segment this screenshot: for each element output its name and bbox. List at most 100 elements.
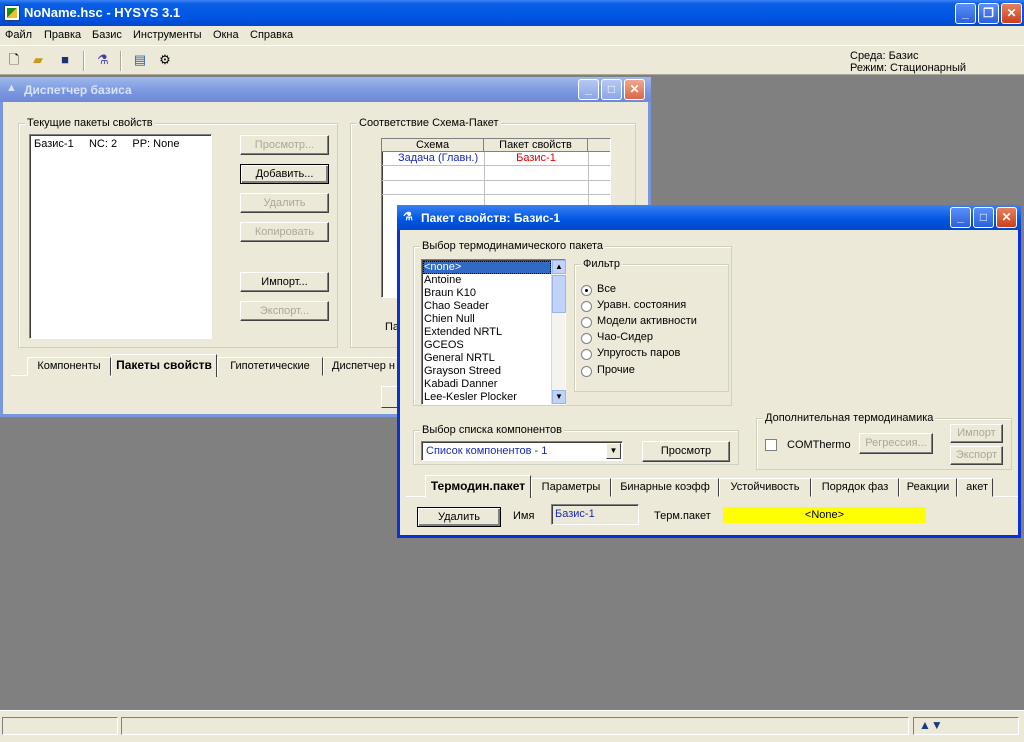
export-button[interactable]: Экспорт...	[240, 301, 329, 321]
steam-table-icon[interactable]: ▤	[132, 52, 148, 68]
menu-file[interactable]: Файл	[5, 29, 32, 41]
property-package-title-bar: ⚗ Пакет свойств: Базис-1 _ □ ✕	[397, 205, 1021, 230]
regression-button[interactable]: Регрессия...	[859, 433, 933, 454]
import-button[interactable]: Импорт	[950, 424, 1003, 443]
filter-all-label[interactable]: Все	[597, 283, 616, 295]
filter-chao-seader-radio[interactable]	[581, 333, 592, 344]
minimize-icon[interactable]: _	[950, 207, 971, 228]
list-item[interactable]: Braun K10	[424, 287, 476, 300]
list-item[interactable]: Lee-Kesler Plocker	[424, 391, 517, 404]
package-name-field[interactable]: Базис-1	[551, 504, 639, 525]
minimize-icon[interactable]: _	[955, 3, 976, 24]
list-item[interactable]: Kabadi Danner	[424, 378, 497, 391]
menu-tools[interactable]: Инструменты	[133, 29, 202, 41]
list-item[interactable]: Chien Null	[424, 313, 475, 326]
filter-other-label[interactable]: Прочие	[597, 364, 635, 376]
package-cell[interactable]: Базис-1	[484, 152, 588, 164]
filter-activity-label[interactable]: Модели активности	[597, 315, 697, 327]
tab-stability[interactable]: Устойчивость	[719, 478, 811, 497]
list-item[interactable]: Chao Seader	[424, 300, 489, 313]
delete-package-button[interactable]: Удалить	[417, 507, 501, 527]
tab-package-partial[interactable]: акет	[957, 478, 993, 497]
thermo-package-value: <None>	[723, 507, 926, 523]
tab-parameters[interactable]: Параметры	[531, 478, 611, 497]
filter-vapour-pressure-label[interactable]: Упругость паров	[597, 347, 680, 359]
close-icon[interactable]: ✕	[624, 79, 645, 100]
thermo-package-field-label: Терм.пакет	[654, 510, 711, 522]
tab-thermo-package[interactable]: Термодин.пакет	[425, 475, 531, 498]
filter-chao-seader-label[interactable]: Чао-Сидер	[597, 331, 653, 343]
filter-label: Фильтр	[581, 258, 622, 270]
new-file-icon[interactable]: 🗋	[6, 52, 22, 68]
package-name-value: Базис-1	[555, 508, 595, 520]
filter-eos-label[interactable]: Уравн. состояния	[597, 299, 686, 311]
flask-icon[interactable]: ⚗	[95, 52, 111, 68]
list-item[interactable]: Grayson Streed	[424, 365, 501, 378]
restore-icon[interactable]: ❐	[978, 3, 999, 24]
status-panel-right: ▲▼	[913, 717, 1019, 735]
current-packages-list[interactable]: Базис-1 NC: 2 PP: None	[29, 134, 212, 339]
scroll-up-icon[interactable]: ▲	[552, 260, 566, 274]
thermo-package-group: Выбор термодинамического пакета <none> A…	[413, 240, 732, 406]
maximize-icon[interactable]: □	[601, 79, 622, 100]
import-button[interactable]: Импорт...	[240, 272, 329, 292]
open-folder-icon[interactable]: ▰	[30, 52, 46, 68]
filter-activity-radio[interactable]	[581, 317, 592, 328]
table-row[interactable]: Задача (Главн.) Базис-1	[382, 152, 610, 166]
tab-property-packages[interactable]: Пакеты свойств	[111, 354, 217, 377]
chevron-down-icon[interactable]: ▼	[606, 443, 621, 459]
comthermo-checkbox[interactable]	[765, 439, 777, 451]
export-button[interactable]: Экспорт	[950, 446, 1003, 465]
scheme-cell[interactable]: Задача (Главн.)	[398, 152, 478, 164]
tab-hypotheticals[interactable]: Гипотетические	[217, 357, 323, 376]
scroll-down-icon[interactable]: ▼	[552, 390, 566, 404]
filter-eos-radio[interactable]	[581, 301, 592, 312]
copy-button[interactable]: Копировать	[240, 222, 329, 242]
filter-other-radio[interactable]	[581, 366, 592, 377]
name-label: Имя	[513, 510, 535, 522]
arrow-up-down-icon[interactable]: ▲▼	[919, 718, 943, 732]
tab-reactions[interactable]: Реакции	[899, 478, 957, 497]
view-components-button[interactable]: Просмотр	[642, 441, 730, 462]
close-icon[interactable]: ✕	[996, 207, 1017, 228]
property-package-title: Пакет свойств: Базис-1	[421, 211, 561, 225]
tab-phase-order[interactable]: Порядок фаз	[811, 478, 899, 497]
menu-basis[interactable]: Базис	[92, 29, 122, 41]
delete-button[interactable]: Удалить	[240, 193, 329, 213]
property-package-window: ⚗ Пакет свойств: Базис-1 _ □ ✕ Выбор тер…	[397, 205, 1021, 538]
menu-windows[interactable]: Окна	[213, 29, 239, 41]
list-item[interactable]: Extended NRTL	[424, 326, 502, 339]
close-icon[interactable]: ✕	[1001, 3, 1022, 24]
list-item[interactable]: Базис-1 NC: 2 PP: None	[34, 138, 179, 151]
list-item[interactable]: Antoine	[424, 274, 461, 287]
mapping-header-row: Схема Пакет свойств	[382, 139, 610, 152]
view-button[interactable]: Просмотр...	[240, 135, 329, 155]
list-scrollbar[interactable]: ▲ ▼	[551, 260, 566, 404]
basis-manager-title-bar: ▲ Диспетчер базиса _ □ ✕	[0, 77, 651, 102]
filter-vapour-pressure-radio[interactable]	[581, 349, 592, 360]
list-item[interactable]: GCEOS	[424, 339, 464, 352]
minimize-icon[interactable]: _	[578, 79, 599, 100]
thermo-package-list[interactable]: <none> Antoine Braun K10 Chao Seader Chi…	[421, 259, 566, 405]
list-item[interactable]: General NRTL	[424, 352, 495, 365]
scroll-thumb[interactable]	[552, 275, 566, 313]
list-item[interactable]: <none>	[424, 261, 461, 274]
status-bar: ▲▼	[0, 710, 1024, 742]
mapping-label: Соответствие Схема-Пакет	[357, 117, 501, 129]
maximize-icon[interactable]: □	[973, 207, 994, 228]
status-panel-main	[121, 717, 909, 735]
save-icon[interactable]: ■	[57, 52, 73, 68]
add-button[interactable]: Добавить...	[240, 164, 329, 184]
component-icon[interactable]: ⚙	[157, 52, 173, 68]
current-packages-label: Текущие пакеты свойств	[25, 117, 155, 129]
comthermo-label[interactable]: COMThermo	[787, 439, 851, 451]
app-title-bar: NoName.hsc - HYSYS 3.1 _ ❐ ✕	[0, 0, 1024, 26]
extra-thermo-group: Дополнительная термодинамика COMThermo Р…	[756, 412, 1012, 470]
tab-binary-coeffs[interactable]: Бинарные коэфф	[611, 478, 719, 497]
tab-components[interactable]: Компоненты	[27, 357, 111, 376]
component-list-select[interactable]: Список компонентов - 1 ▼	[421, 441, 623, 461]
menu-help[interactable]: Справка	[250, 29, 293, 41]
filter-all-radio[interactable]	[581, 285, 592, 296]
menu-edit[interactable]: Правка	[44, 29, 81, 41]
mode-label: Режим: Стационарный	[850, 62, 966, 74]
